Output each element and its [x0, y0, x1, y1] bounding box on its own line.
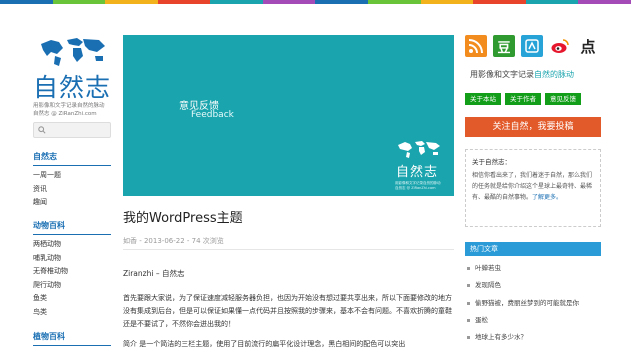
- post-hero-image[interactable]: 意见反馈 Feedback 自然志 用影像和文字记录自然的脉动 自然志 @ Zi…: [123, 35, 454, 196]
- sidebar-item[interactable]: 一周一题: [33, 169, 111, 183]
- sidebar-item[interactable]: 资讯: [33, 183, 111, 197]
- weibo-glyph: [551, 39, 569, 53]
- divider: [123, 249, 454, 250]
- about-buttons: 关于本站 关于作者 意见反馈: [465, 93, 581, 105]
- learn-more-link[interactable]: 了解更多。: [532, 194, 562, 201]
- sidebar-item[interactable]: 爬行动物: [33, 279, 111, 293]
- hot-post-item[interactable]: 蛋松: [465, 312, 601, 329]
- slogan-part: 影像: [478, 70, 494, 79]
- about-body: 相信你看出来了，我们着迷于自然，那么我们的任务就是给你介绍这个星球上最奇特、最稀…: [472, 170, 594, 203]
- search-input[interactable]: [33, 122, 111, 138]
- dianping-icon[interactable]: 点: [577, 35, 599, 57]
- color-bar-segment: [420, 0, 474, 4]
- search-icon: [38, 126, 46, 134]
- color-bar-segment: [262, 0, 316, 4]
- category-plants: 植物百科: [33, 331, 111, 349]
- category-animals: 动物百科 两栖动物 哺乳动物 无脊椎动物 爬行动物 鱼类 鸟类: [33, 220, 111, 320]
- slogan-part: 和: [494, 70, 502, 79]
- follow-submit-button[interactable]: 关注自然，我要投稿: [465, 117, 601, 137]
- top-color-bar: [0, 0, 631, 4]
- logo-url: 自然志 @ ZiRanZhi.com: [33, 111, 97, 117]
- about-heading: 关于自然志：: [472, 158, 511, 166]
- post-paragraph: 首先要跟大家说，为了保证速度减轻服务器负担，也因为开始没有想过要共享出来，所以下…: [123, 294, 452, 328]
- category-heading[interactable]: 自然志: [33, 151, 111, 166]
- site-slogan: 用影像和文字记录自然的脉动: [470, 69, 574, 80]
- slogan-highlight: 自然的脉动: [534, 70, 574, 79]
- world-map-icon: [41, 38, 105, 66]
- color-bar-segment: [315, 0, 369, 4]
- feedback-button[interactable]: 意见反馈: [545, 93, 581, 105]
- hero-watermark-url: 自然志 @ ZiRanZhi.com: [395, 186, 436, 190]
- category-ziranzhi: 自然志 一周一题 资讯 趣闻: [33, 151, 111, 210]
- sidebar-item[interactable]: 趣闻: [33, 196, 111, 210]
- about-site-button[interactable]: 关于本站: [465, 93, 501, 105]
- post-meta: 如香 - 2013-06-22 - 74 次浏览: [123, 237, 224, 245]
- sidebar-item[interactable]: 鸟类: [33, 306, 111, 320]
- color-bar-segment: [0, 0, 53, 4]
- hot-posts-list: 叶蝉若虫 发现隔色 偷野猫被，费丽丝梦到的可能就是你 蛋松 地球上有多少水？: [465, 260, 601, 346]
- color-bar-segment: [210, 0, 263, 4]
- social-icons: 豆 点: [465, 35, 599, 57]
- color-bar-segment: [525, 0, 579, 4]
- logo-tagline: 用影像和文字记录自然的脉动: [33, 103, 105, 109]
- post-title[interactable]: 我的WordPress主题: [123, 207, 243, 226]
- color-bar-segment: [105, 0, 158, 4]
- category-heading[interactable]: 动物百科: [33, 220, 111, 235]
- about-author-button[interactable]: 关于作者: [505, 93, 541, 105]
- color-bar-segment: [157, 0, 211, 4]
- hot-post-item[interactable]: 地球上有多少水？: [465, 329, 601, 346]
- weibo-icon[interactable]: [549, 35, 571, 57]
- rss-icon[interactable]: [465, 35, 487, 57]
- color-bar-segment: [52, 0, 106, 4]
- hot-post-item[interactable]: 偷野猫被，费丽丝梦到的可能就是你: [465, 295, 601, 312]
- sidebar-item[interactable]: 鱼类: [33, 292, 111, 306]
- left-sidebar: 自然志 用影像和文字记录自然的脉动 自然志 @ ZiRanZhi.com 自然志…: [33, 34, 111, 346]
- world-map-icon: [398, 141, 440, 158]
- about-box: 关于自然志： 相信你看出来了，我们着迷于自然，那么我们的任务就是给你介绍这个星球…: [465, 149, 601, 227]
- qzone-icon[interactable]: [521, 35, 543, 57]
- rss-glyph: [468, 39, 483, 54]
- douban-icon[interactable]: 豆: [493, 35, 515, 57]
- category-heading[interactable]: 植物百科: [33, 331, 111, 346]
- color-bar-segment: [473, 0, 526, 4]
- post-paragraph-next: 简介 是一个简洁的三栏主题，使用了目前流行的扁平化设计理念，黑白相间的配色可以突…: [123, 340, 406, 348]
- post-author-line: Ziranzhi – 自然志: [123, 269, 185, 278]
- hot-post-item[interactable]: 叶蝉若虫: [465, 260, 601, 277]
- logo-brand-text: 自然志: [33, 73, 112, 102]
- hot-posts-heading: 热门文章: [465, 242, 601, 256]
- hot-post-item[interactable]: 发现隔色: [465, 277, 601, 294]
- color-bar-segment: [578, 0, 631, 4]
- slogan-part: 记录: [518, 70, 534, 79]
- sidebar-item[interactable]: 无脊椎动物: [33, 265, 111, 279]
- hero-watermark: 自然志: [396, 165, 439, 180]
- qzone-glyph: [525, 39, 539, 53]
- slogan-part: 文字: [502, 70, 518, 79]
- slogan-part: 用: [470, 70, 478, 79]
- sidebar-item[interactable]: 两栖动物: [33, 238, 111, 252]
- color-bar-segment: [368, 0, 421, 4]
- site-logo[interactable]: 自然志 用影像和文字记录自然的脉动 自然志 @ ZiRanZhi.com: [33, 34, 111, 118]
- sidebar-item[interactable]: 哺乳动物: [33, 252, 111, 266]
- hero-subtitle: Feedback: [191, 110, 234, 120]
